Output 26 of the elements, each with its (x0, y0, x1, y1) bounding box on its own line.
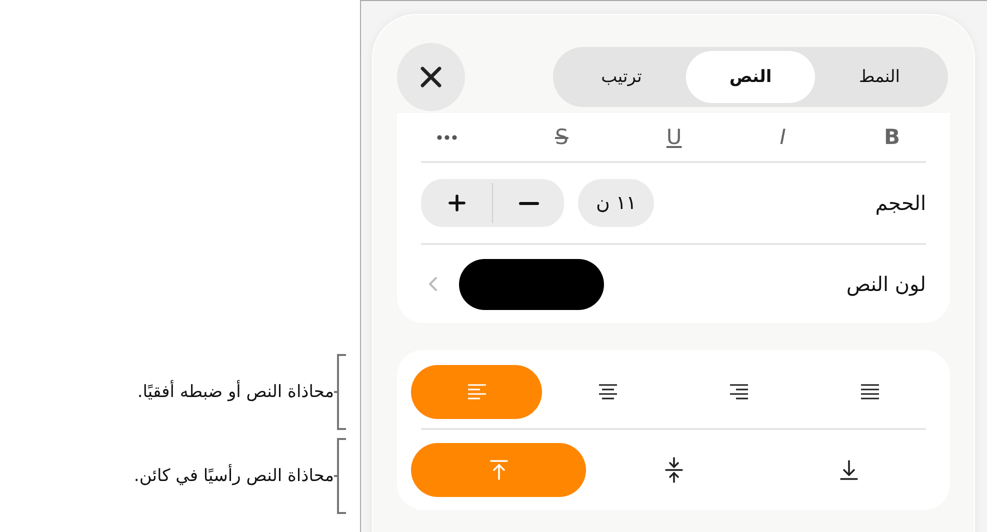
align-top-icon (488, 459, 508, 481)
italic-button[interactable]: I (776, 125, 790, 149)
align-left-icon (466, 383, 488, 401)
ellipsis-icon (437, 134, 457, 140)
size-value: ١١ ن (578, 179, 654, 227)
callout-text: محاذاة النص رأسيًا في كائن. (134, 466, 334, 486)
tab[interactable]: النص (686, 51, 815, 103)
tab[interactable]: النمط (815, 51, 944, 103)
align-center-icon (596, 383, 619, 401)
align-bottom-icon (838, 459, 858, 481)
bracket-icon (334, 354, 348, 430)
color-swatch[interactable] (459, 258, 604, 310)
align-middle-icon (664, 457, 684, 483)
tab[interactable]: ترتيب (557, 51, 686, 103)
vertical-alignment-button[interactable] (411, 443, 586, 497)
callout-text: محاذاة النص أو ضبطه أفقيًا. (137, 382, 334, 402)
underline-button[interactable]: U (662, 125, 686, 149)
minus-icon (518, 202, 538, 204)
align-right-icon (728, 383, 750, 401)
bold-button[interactable]: B (880, 125, 904, 149)
bracket-icon (334, 438, 348, 514)
text-color-label: لون النص (846, 272, 926, 296)
alignment-button[interactable] (411, 365, 542, 419)
align-justify-icon (859, 383, 882, 401)
size-label: الحجم (875, 191, 926, 215)
strikethrough-button[interactable]: S (551, 125, 572, 149)
